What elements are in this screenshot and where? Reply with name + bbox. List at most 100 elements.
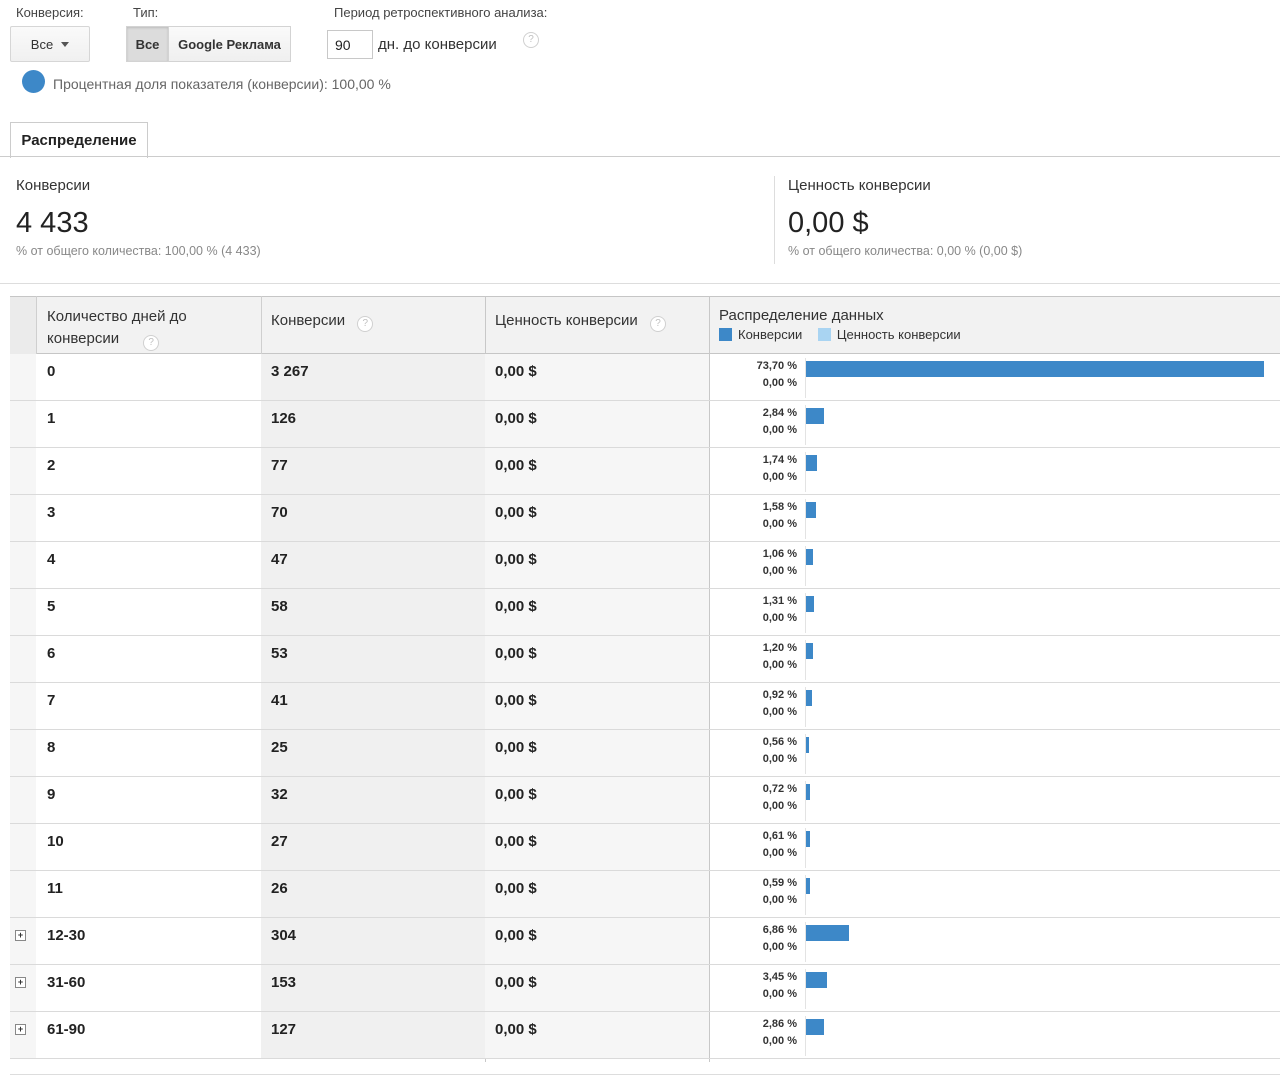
- value-cell: 0,00 $: [485, 542, 709, 588]
- lookback-label: Период ретроспективного анализа:: [334, 5, 548, 20]
- conversion-share-bar: [806, 596, 814, 612]
- table-row[interactable]: 0 3 267 0,00 $ 73,70 % 0,00 %: [10, 354, 1280, 401]
- conversion-share-bar: [806, 643, 813, 659]
- table-bottom-border: [10, 1074, 1280, 1075]
- days-cell: 11: [47, 880, 63, 897]
- value-cell: 0,00 $: [485, 824, 709, 870]
- pct-value-label: 0,00 %: [762, 659, 797, 671]
- conversions-cell: 126: [261, 401, 485, 447]
- conversions-cell: 304: [261, 918, 485, 964]
- table-row[interactable]: 2 77 0,00 $ 1,74 % 0,00 %: [10, 448, 1280, 495]
- conversion-share-bar: [806, 972, 827, 988]
- pct-value-label: 0,00 %: [762, 612, 797, 624]
- conversions-cell: 47: [261, 542, 485, 588]
- conversion-share-bar: [806, 878, 810, 894]
- table-row[interactable]: +61-90 127 0,00 $ 2,86 % 0,00 %: [10, 1012, 1280, 1059]
- conversion-share-bar: [806, 690, 812, 706]
- distribution-cell: 73,70 % 0,00 %: [709, 354, 1280, 400]
- row-expand-cell: [10, 354, 36, 400]
- conversions-cell: 77: [261, 448, 485, 494]
- pct-value-label: 0,00 %: [762, 518, 797, 530]
- column-divider: [261, 296, 262, 354]
- pct-conversions-label: 1,58 %: [762, 501, 797, 513]
- value-cell: 0,00 $: [485, 401, 709, 447]
- table-row[interactable]: 6 53 0,00 $ 1,20 % 0,00 %: [10, 636, 1280, 683]
- value-cell: 0,00 $: [485, 354, 709, 400]
- conversions-cell: 3 267: [261, 354, 485, 400]
- conversion-share-bar: [806, 549, 813, 565]
- help-icon[interactable]: ?: [649, 316, 666, 332]
- conversion-share-bar: [806, 831, 810, 847]
- pct-value-label: 0,00 %: [762, 988, 797, 1000]
- type-filter-label: Тип:: [133, 5, 159, 20]
- table-row[interactable]: 5 58 0,00 $ 1,31 % 0,00 %: [10, 589, 1280, 636]
- distribution-cell: 1,06 % 0,00 %: [709, 542, 1280, 588]
- legend-label-value: Ценность конверсии: [836, 327, 961, 342]
- lookback-days-input[interactable]: [327, 30, 373, 59]
- pct-value-label: 0,00 %: [762, 424, 797, 436]
- tab-distribution[interactable]: Распределение: [10, 122, 148, 158]
- table-row[interactable]: 4 47 0,00 $ 1,06 % 0,00 %: [10, 542, 1280, 589]
- distribution-cell: 0,92 % 0,00 %: [709, 683, 1280, 729]
- days-cell: 7: [47, 692, 56, 709]
- header-days[interactable]: Количество дней до конверсии ?: [36, 297, 261, 354]
- pct-conversions-label: 0,61 %: [762, 830, 797, 842]
- table-row[interactable]: 10 27 0,00 $ 0,61 % 0,00 %: [10, 824, 1280, 871]
- days-cell: 61-90: [47, 1021, 86, 1038]
- days-cell: 10: [47, 833, 64, 850]
- value-cell: 0,00 $: [485, 683, 709, 729]
- conversion-share-bar: [806, 502, 816, 518]
- pct-conversions-label: 0,56 %: [762, 736, 797, 748]
- row-expand-cell: [10, 448, 36, 494]
- conversion-filter-dropdown[interactable]: Все: [10, 26, 90, 62]
- conversions-cell: 27: [261, 824, 485, 870]
- pct-value-label: 0,00 %: [762, 847, 797, 859]
- distribution-cell: 6,86 % 0,00 %: [709, 918, 1280, 964]
- metric-color-dot-icon[interactable]: [22, 70, 45, 93]
- table-row[interactable]: 3 70 0,00 $ 1,58 % 0,00 %: [10, 495, 1280, 542]
- table-row[interactable]: 9 32 0,00 $ 0,72 % 0,00 %: [10, 777, 1280, 824]
- summary-value-title: Ценность конверсии: [788, 177, 931, 194]
- table-row[interactable]: +31-60 153 0,00 $ 3,45 % 0,00 %: [10, 965, 1280, 1012]
- expand-plus-icon[interactable]: +: [15, 930, 26, 941]
- expand-plus-icon[interactable]: +: [15, 977, 26, 988]
- conversions-cell: 26: [261, 871, 485, 917]
- help-icon[interactable]: ?: [357, 316, 374, 332]
- distribution-cell: 0,72 % 0,00 %: [709, 777, 1280, 823]
- type-all-button[interactable]: Все: [126, 26, 169, 62]
- header-conversions[interactable]: Конверсии ?: [261, 297, 485, 354]
- pct-conversions-label: 1,06 %: [762, 548, 797, 560]
- pct-conversions-label: 1,74 %: [762, 454, 797, 466]
- days-cell: 31-60: [47, 974, 86, 991]
- row-expand-cell: [10, 589, 36, 635]
- value-cell: 0,00 $: [485, 965, 709, 1011]
- summary-divider: [774, 176, 775, 264]
- days-cell: 2: [47, 457, 56, 474]
- table-row[interactable]: +12-30 304 0,00 $ 6,86 % 0,00 %: [10, 918, 1280, 965]
- conversions-cell: 153: [261, 965, 485, 1011]
- pct-value-label: 0,00 %: [762, 471, 797, 483]
- table-row[interactable]: 7 41 0,00 $ 0,92 % 0,00 %: [10, 683, 1280, 730]
- distribution-cell: 2,86 % 0,00 %: [709, 1012, 1280, 1058]
- distribution-table: Количество дней до конверсии ? Конверсии…: [10, 296, 1280, 1062]
- pct-conversions-label: 1,20 %: [762, 642, 797, 654]
- days-cell: 9: [47, 786, 56, 803]
- pct-conversions-label: 0,59 %: [762, 877, 797, 889]
- pct-value-label: 0,00 %: [762, 706, 797, 718]
- days-cell: 4: [47, 551, 56, 568]
- table-row[interactable]: 11 26 0,00 $ 0,59 % 0,00 %: [10, 871, 1280, 918]
- table-row[interactable]: 1 126 0,00 $ 2,84 % 0,00 %: [10, 401, 1280, 448]
- summary-value-value: 0,00 $: [788, 207, 869, 239]
- row-expand-cell: [10, 636, 36, 682]
- type-google-ads-button[interactable]: Google Реклама: [168, 26, 291, 62]
- pct-conversions-label: 1,31 %: [762, 595, 797, 607]
- help-icon[interactable]: ?: [523, 32, 539, 48]
- table-header: Количество дней до конверсии ? Конверсии…: [10, 296, 1280, 354]
- expand-plus-icon[interactable]: +: [15, 1024, 26, 1035]
- chevron-down-icon: [61, 41, 70, 47]
- table-row[interactable]: 8 25 0,00 $ 0,56 % 0,00 %: [10, 730, 1280, 777]
- conversions-cell: 25: [261, 730, 485, 776]
- header-value[interactable]: Ценность конверсии ?: [485, 297, 709, 354]
- pct-value-label: 0,00 %: [762, 377, 797, 389]
- conversions-cell: 53: [261, 636, 485, 682]
